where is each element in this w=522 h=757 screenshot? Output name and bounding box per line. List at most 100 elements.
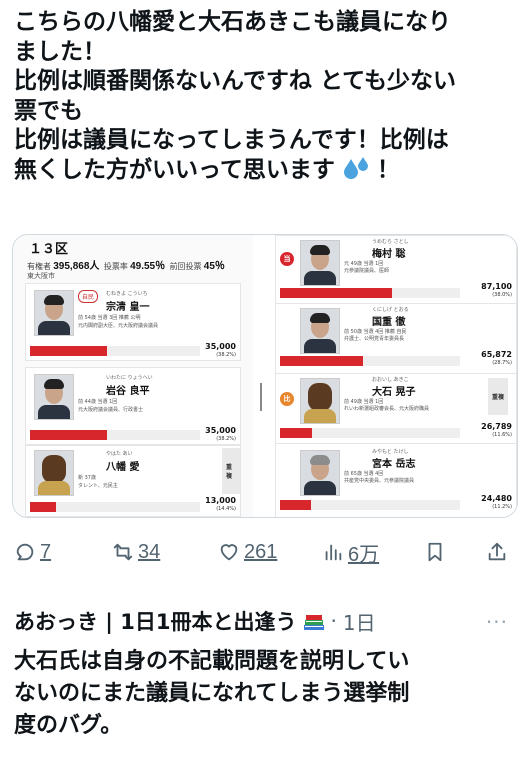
vote-percent: (38.2%) <box>216 352 236 358</box>
analytics-icon <box>325 544 342 561</box>
vote-percent: (28.7%) <box>492 360 512 366</box>
vote-bar <box>30 346 107 356</box>
vote-count: 24,480 <box>481 494 512 503</box>
tweet-line: 無くした方がいいって思います <box>14 156 335 183</box>
books-icon <box>303 611 325 631</box>
candidate-kana: みやもと たけし <box>372 449 409 455</box>
candidate-card: みやもと たけし 宮本 岳志 前 65歳 当選 4回 共産党中央委員、元参議院議… <box>275 443 517 517</box>
candidate-details: 前 50歳 当選 4回 推薦 自民 <box>344 329 407 335</box>
vote-count: 35,000 <box>205 426 236 435</box>
candidate-kana: むねきよ こういち <box>106 291 148 297</box>
elected-mark: 当 <box>280 252 294 266</box>
election-results-left-panel: １３区 有権者 395,868人 投票率 49.55％ 前回投票 45％ 東大阪… <box>13 235 253 517</box>
election-results-right-panel: 当 うめむら さとし 梅村 聡 元 49歳 当選 1回 元参議院議員、医師 87… <box>275 235 517 517</box>
tweet-tail: ！ <box>376 156 400 183</box>
reply-header: あおっき | 1日1冊本と出逢う · 1日 <box>14 606 376 636</box>
candidate-name: 梅村 聡 <box>372 249 406 260</box>
reply-icon <box>16 543 34 561</box>
views-button[interactable]: 6万 <box>322 536 379 568</box>
vote-bar <box>280 428 312 438</box>
candidate-photo <box>300 378 340 424</box>
like-button[interactable]: 261 <box>218 536 277 568</box>
vote-bar <box>280 500 311 510</box>
like-count: 261 <box>244 540 278 563</box>
share-button[interactable] <box>486 536 508 568</box>
candidate-name: 宮本 岳志 <box>372 459 416 470</box>
time-separator: · <box>330 609 337 633</box>
voters-label: 有権者 <box>27 262 51 271</box>
tweet-action-bar: 7 34 261 6万 <box>0 536 522 568</box>
candidate-details: 前 49歳 当選 1回 <box>344 399 384 405</box>
candidate-career: 元大阪府議会議員、行政書士 <box>78 407 144 413</box>
vote-count: 26,789 <box>481 422 512 431</box>
candidate-name: 国重 徹 <box>372 317 406 328</box>
candidate-card: 自民 むねきよ こういち 宗清 皇一 前 54歳 当選 3回 推薦 公明 元内閣… <box>25 283 241 361</box>
candidate-details: 前 54歳 当選 3回 推薦 公明 <box>78 315 141 321</box>
candidate-photo <box>300 240 340 286</box>
reply-line: 大石氏は自身の不記載問題を説明してい <box>14 649 410 674</box>
candidate-career: れいわ新選組政審会長、元大阪府職員 <box>344 406 430 412</box>
candidate-name: 宗清 皇一 <box>106 302 150 313</box>
candidate-name: 岩谷 良平 <box>106 386 150 397</box>
tweet-line: 比例は順番関係ないんですね とても少ない <box>14 68 457 94</box>
more-options-icon[interactable]: ··· <box>486 610 508 634</box>
candidate-card: くにしげ とおる 国重 徹 前 50歳 当選 4回 推薦 自民 弁護士、公明党青… <box>275 303 517 375</box>
sweat-droplets-icon <box>343 156 369 183</box>
prev-turnout-label: 前回投票 <box>169 262 202 271</box>
image-divider <box>260 383 262 411</box>
retweet-icon <box>113 543 133 561</box>
party-badge: 自民 <box>78 290 99 303</box>
retweet-button[interactable]: 34 <box>112 536 160 568</box>
candidate-card: いわたに りょうへい 岩谷 良平 前 44歳 当選 1回 元大阪府議会議員、行政… <box>25 367 241 445</box>
prev-turnout-value: 45％ <box>203 261 225 272</box>
reply-text: 大石氏は自身の不記載問題を説明してい ないのにまた議員になれてしまう選挙制 度の… <box>14 646 510 742</box>
candidate-career: 元参議院議員、医師 <box>344 268 390 274</box>
district-label: １３区 <box>29 241 69 256</box>
vote-percent: (11.2%) <box>492 504 512 510</box>
reply-author-name[interactable]: あおっき | 1日1冊本と出逢う <box>14 606 297 636</box>
turnout-stats: 有権者 395,868人 投票率 49.55％ 前回投票 45％ <box>27 257 225 272</box>
duplicate-candidacy-badge: 重複 <box>488 378 509 415</box>
attached-image[interactable]: １３区 有権者 395,868人 投票率 49.55％ 前回投票 45％ 東大阪… <box>12 234 518 518</box>
bookmark-button[interactable] <box>424 536 446 568</box>
candidate-career: 元内閣府副大臣、元大阪府議会議員 <box>78 323 159 329</box>
area-label: 東大阪市 <box>27 273 55 280</box>
vote-percent: (11.6%) <box>492 432 512 438</box>
candidate-career: タレント、元民主 <box>78 483 118 489</box>
voters-value: 395,868人 <box>53 261 100 272</box>
candidate-photo <box>34 374 74 420</box>
reply-count: 7 <box>40 540 52 563</box>
turnout-value: 49.55％ <box>130 261 166 272</box>
candidate-photo <box>34 450 74 496</box>
tweet-line: ました！ <box>14 38 106 65</box>
candidate-name: 大石 晃子 <box>372 387 416 398</box>
turnout-label: 投票率 <box>103 262 128 271</box>
vote-count: 65,872 <box>481 350 512 359</box>
candidate-card: 比 おおいし あきこ 大石 晃子 前 49歳 当選 1回 れいわ新選組政審会長、… <box>275 373 517 445</box>
reply-line: 度のバグ。 <box>14 713 123 738</box>
candidate-card: 当 うめむら さとし 梅村 聡 元 49歳 当選 1回 元参議院議員、医師 87… <box>275 235 517 305</box>
vote-bar <box>30 502 56 512</box>
reply-line: ないのにまた議員になれてしまう選挙制 <box>14 681 410 706</box>
vote-percent: (38.0%) <box>492 292 512 298</box>
candidate-details: 元 49歳 当選 1回 <box>344 261 384 267</box>
candidate-kana: いわたに りょうへい <box>106 375 153 381</box>
reply-button[interactable]: 7 <box>14 536 51 568</box>
candidate-career: 共産党中央委員、元参議院議員 <box>344 478 415 484</box>
vote-bar <box>30 430 107 440</box>
candidate-career: 弁護士、公明党青年委員長 <box>344 336 405 342</box>
tweet-text: こちらの八幡愛と大石あきこも議員になり ました！ 比例は順番関係ないんですね と… <box>14 8 510 185</box>
share-icon <box>488 542 506 561</box>
candidate-name: 八幡 愛 <box>106 462 140 473</box>
candidate-photo <box>300 308 340 354</box>
vote-count: 87,100 <box>481 282 512 291</box>
retweet-count: 34 <box>138 540 161 563</box>
reply-timestamp[interactable]: 1日 <box>343 607 376 636</box>
duplicate-candidacy-badge: 重複 <box>222 448 240 494</box>
tweet-line: 票でも <box>14 97 83 124</box>
vote-count: 35,000 <box>205 342 236 351</box>
candidate-card: やはた あい 八幡 愛 新 37歳 タレント、元民主 重複 13,000 (14… <box>25 445 241 517</box>
vote-count: 13,000 <box>205 496 236 505</box>
heart-icon <box>220 544 238 561</box>
candidate-details: 新 37歳 <box>78 475 96 481</box>
